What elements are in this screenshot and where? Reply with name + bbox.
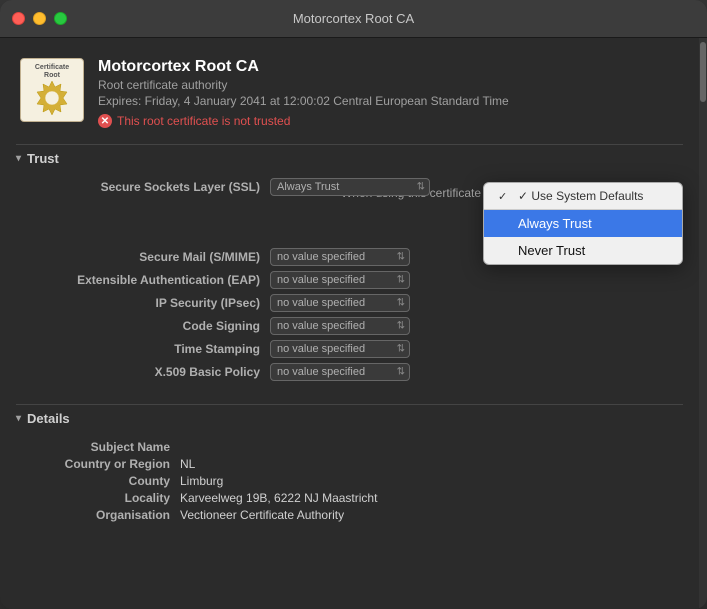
ssl-select-value: Always Trust	[277, 181, 339, 193]
never-trust-label: Never Trust	[518, 243, 585, 258]
dropdown-item-never-trust[interactable]: Never Trust	[484, 237, 682, 264]
cert-icon-label: CertificateRoot	[35, 64, 69, 81]
smime-select[interactable]: no value specified	[270, 248, 410, 266]
trust-chevron-icon: ▾	[16, 153, 21, 164]
cert-info: Motorcortex Root CA Root certificate aut…	[98, 58, 679, 128]
cert-type: Root certificate authority	[98, 78, 679, 92]
ipsec-value-container: no value specified	[260, 294, 679, 312]
details-locality-label: Locality	[20, 491, 180, 505]
other-prop-rows: Secure Mail (S/MIME) no value specified …	[20, 248, 679, 381]
codesigning-select-wrap: no value specified	[270, 317, 410, 335]
cert-icon: CertificateRoot	[20, 58, 84, 122]
details-section-body: Subject Name Country or Region NL County…	[0, 432, 699, 533]
warning-icon: ✕	[98, 114, 112, 128]
dropdown-item-system-default[interactable]: ✓ ✓ Use System Defaults	[484, 183, 682, 210]
details-country-label: Country or Region	[20, 457, 180, 471]
prop-row-4: Time Stamping no value specified	[20, 340, 679, 358]
ipsec-label: IP Security (IPsec)	[20, 296, 260, 310]
details-country-value: NL	[180, 457, 195, 471]
details-county-label: County	[20, 474, 180, 488]
x509-value-container: no value specified	[260, 363, 679, 381]
codesigning-label: Code Signing	[20, 319, 260, 333]
check-icon: ✓	[498, 190, 512, 203]
details-county-row: County Limburg	[20, 474, 679, 488]
trust-section-header[interactable]: ▾ Trust	[0, 145, 699, 172]
timestamping-value-container: no value specified	[260, 340, 679, 358]
scrollbar-thumb[interactable]	[700, 42, 706, 102]
close-button[interactable]	[12, 12, 25, 25]
timestamping-label: Time Stamping	[20, 342, 260, 356]
x509-select[interactable]: no value specified	[270, 363, 410, 381]
ssl-select[interactable]: Always Trust	[270, 178, 430, 196]
ipsec-select-wrap: no value specified	[270, 294, 410, 312]
details-section-label: Details	[27, 411, 70, 426]
timestamping-select-wrap: no value specified	[270, 340, 410, 358]
when-cert-dropdown-container: Always Trust ✓ ✓ Use System Defaults Alw…	[493, 182, 653, 204]
eap-value-container: no value specified	[260, 271, 679, 289]
x509-select-wrap: no value specified	[270, 363, 410, 381]
prop-row-2: IP Security (IPsec) no value specified	[20, 294, 679, 312]
dropdown-item-always-trust[interactable]: Always Trust	[484, 210, 682, 237]
eap-label: Extensible Authentication (EAP)	[20, 273, 260, 287]
details-subject-name-label: Subject Name	[20, 440, 180, 454]
minimize-button[interactable]	[33, 12, 46, 25]
dropdown-popup: ✓ ✓ Use System Defaults Always Trust Nev…	[483, 182, 683, 265]
details-locality-value: Karveelweg 19B, 6222 NJ Maastricht	[180, 491, 377, 505]
eap-select[interactable]: no value specified	[270, 271, 410, 289]
ipsec-select[interactable]: no value specified	[270, 294, 410, 312]
cert-name: Motorcortex Root CA	[98, 58, 679, 76]
smime-label: Secure Mail (S/MIME)	[20, 250, 260, 264]
details-county-value: Limburg	[180, 474, 223, 488]
codesigning-select[interactable]: no value specified	[270, 317, 410, 335]
ssl-row-container: Always Trust ✓ ✓ Use System Defaults Alw…	[493, 182, 653, 204]
content-area: CertificateRoot Motorcortex Root CA Root…	[0, 38, 707, 609]
always-trust-label: Always Trust	[518, 216, 592, 231]
x509-label: X.509 Basic Policy	[20, 365, 260, 379]
traffic-lights	[12, 12, 67, 25]
details-org-value: Vectioneer Certificate Authority	[180, 508, 344, 522]
window-title: Motorcortex Root CA	[293, 11, 414, 26]
timestamping-select[interactable]: no value specified	[270, 340, 410, 358]
smime-select-wrap: no value specified	[270, 248, 410, 266]
cert-warning: ✕ This root certificate is not trusted	[98, 114, 679, 128]
details-section-header[interactable]: ▾ Details	[0, 405, 699, 432]
prop-row-1: Extensible Authentication (EAP) no value…	[20, 271, 679, 289]
titlebar: Motorcortex Root CA	[0, 0, 707, 38]
details-country-row: Country or Region NL	[20, 457, 679, 471]
system-default-label: ✓ Use System Defaults	[518, 189, 643, 203]
ssl-select-wrap: Always Trust	[270, 178, 430, 196]
cert-expires: Expires: Friday, 4 January 2041 at 12:00…	[98, 94, 679, 108]
scrollbar[interactable]	[699, 38, 707, 609]
main-window: Motorcortex Root CA CertificateRoot Moto…	[0, 0, 707, 609]
trust-section-label: Trust	[27, 151, 59, 166]
eap-select-wrap: no value specified	[270, 271, 410, 289]
details-org-label: Organisation	[20, 508, 180, 522]
details-locality-row: Locality Karveelweg 19B, 6222 NJ Maastri…	[20, 491, 679, 505]
cert-warning-text: This root certificate is not trusted	[117, 114, 290, 128]
maximize-button[interactable]	[54, 12, 67, 25]
details-chevron-icon: ▾	[16, 413, 21, 424]
prop-row-5: X.509 Basic Policy no value specified	[20, 363, 679, 381]
cert-seal-icon	[34, 79, 70, 115]
details-org-row: Organisation Vectioneer Certificate Auth…	[20, 508, 679, 522]
cert-header: CertificateRoot Motorcortex Root CA Root…	[0, 38, 699, 144]
codesigning-value-container: no value specified	[260, 317, 679, 335]
details-subject-name-row: Subject Name	[20, 440, 679, 454]
prop-row-3: Code Signing no value specified	[20, 317, 679, 335]
